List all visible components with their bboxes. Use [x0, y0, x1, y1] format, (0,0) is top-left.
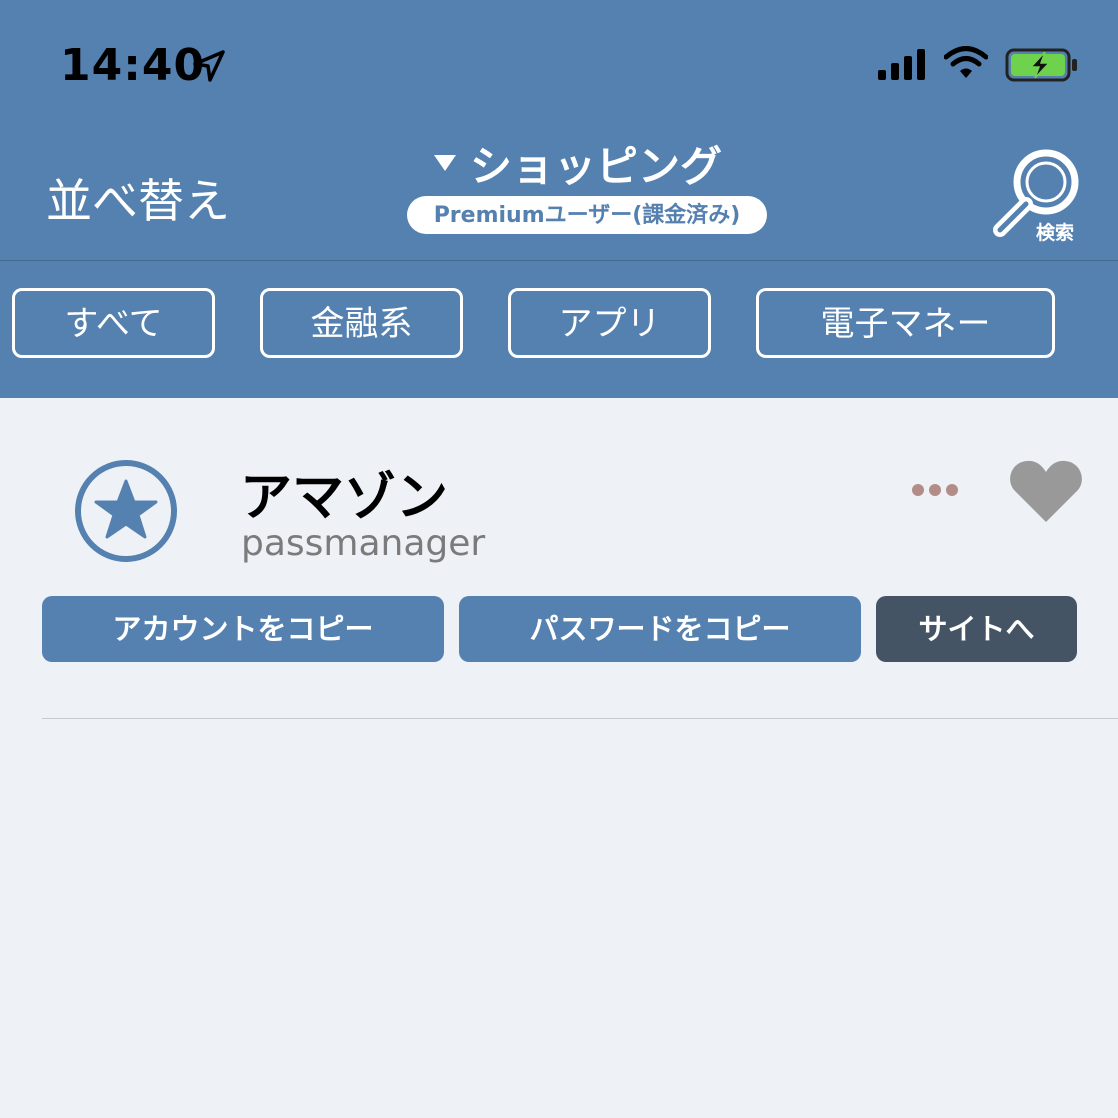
location-arrow-icon — [193, 50, 225, 82]
tab-e-money[interactable]: 電子マネー — [756, 288, 1055, 358]
wifi-icon — [944, 46, 988, 78]
premium-badge: Premiumユーザー(課金済み) — [407, 196, 767, 234]
dot — [929, 484, 941, 496]
page-title: ショッピング — [470, 142, 723, 191]
battery-charging-icon — [1005, 48, 1077, 82]
search-label: 検索 — [1036, 222, 1075, 244]
copy-account-button[interactable]: アカウントをコピー — [42, 596, 444, 662]
open-site-button[interactable]: サイトへ — [876, 596, 1077, 662]
star-circle-icon — [75, 460, 177, 562]
search-button[interactable]: 検索 — [988, 142, 1088, 244]
item-title: アマゾン — [240, 468, 449, 528]
dot — [912, 484, 924, 496]
row-divider — [42, 718, 1118, 719]
dot — [946, 484, 958, 496]
signal-icon — [878, 49, 925, 80]
status-time: 14:40 — [60, 40, 206, 91]
more-dots-icon[interactable] — [910, 484, 960, 498]
caret-down-icon — [434, 155, 456, 171]
heart-icon[interactable] — [1009, 458, 1083, 524]
item-subtitle: passmanager — [241, 523, 486, 564]
sort-button[interactable]: 並べ替え — [46, 165, 230, 231]
tab-finance[interactable]: 金融系 — [260, 288, 463, 358]
tab-all[interactable]: すべて — [12, 288, 215, 358]
header-divider — [0, 260, 1118, 261]
tab-apps[interactable]: アプリ — [508, 288, 711, 358]
copy-password-button[interactable]: パスワードをコピー — [459, 596, 861, 662]
